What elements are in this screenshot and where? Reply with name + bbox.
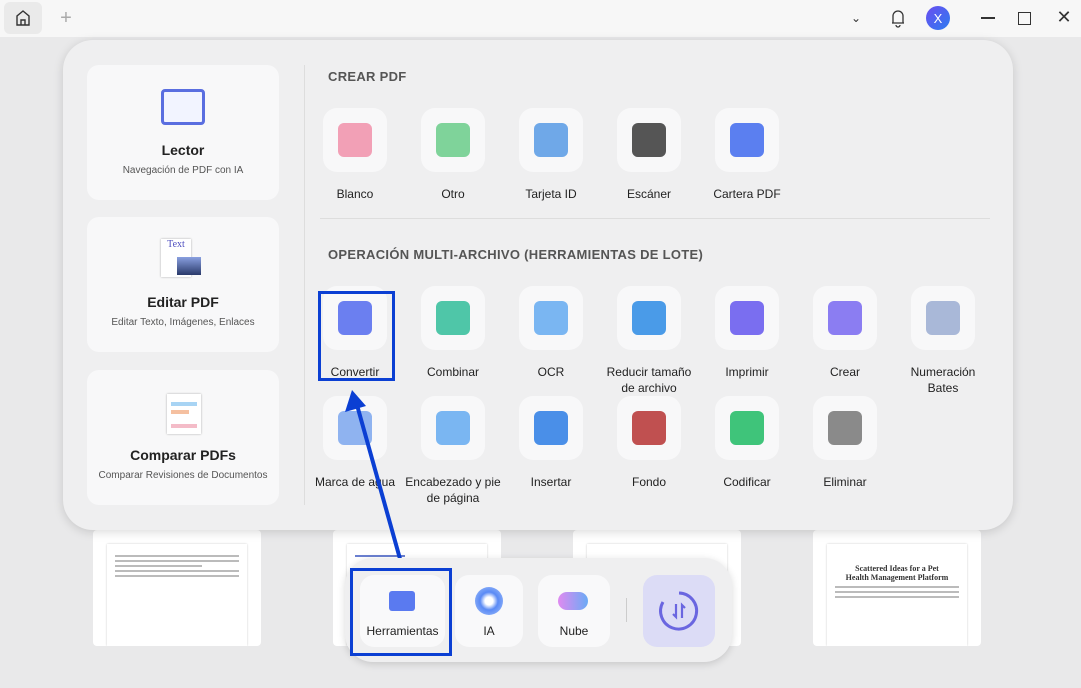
sync-icon (659, 591, 699, 631)
sync-button[interactable] (643, 575, 715, 647)
highlight-box-herramientas (350, 568, 452, 656)
dock-label: IA (483, 624, 495, 638)
cloud-icon (558, 592, 588, 610)
dock-ai-button[interactable]: IA (455, 575, 523, 647)
dock-divider (626, 598, 627, 622)
ai-icon (475, 587, 503, 615)
dock-cloud-button[interactable]: Nube (538, 575, 610, 647)
dock-label: Nube (559, 624, 589, 638)
